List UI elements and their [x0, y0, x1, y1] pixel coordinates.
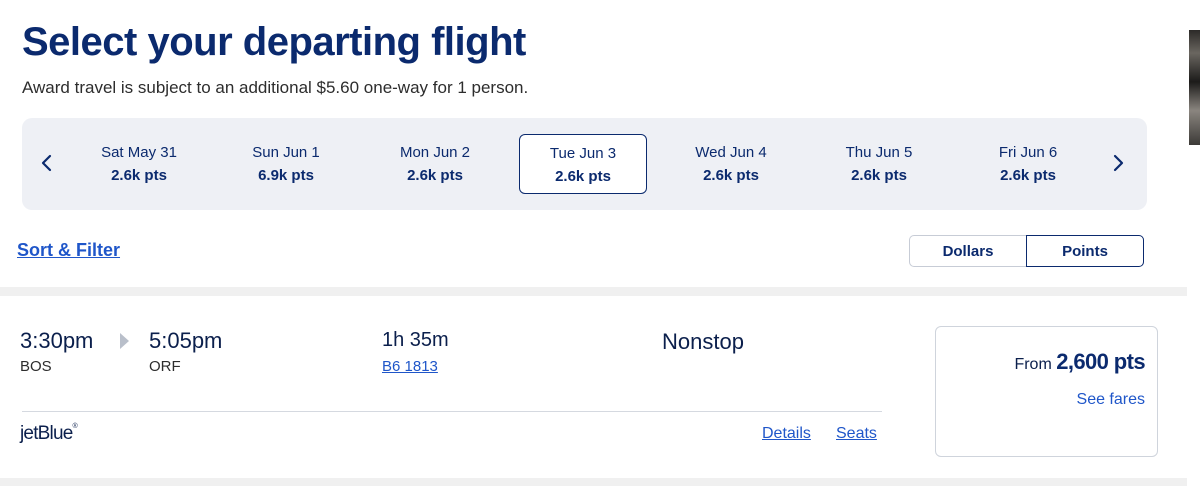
- date-price: 2.6k pts: [555, 168, 611, 185]
- flight-result-card: 3:30pm BOS 5:05pm ORF 1h 35m B6 1813 Non…: [0, 296, 1187, 478]
- fare-summary-button[interactable]: From 2,600 pts See fares: [935, 326, 1158, 457]
- next-result-card-edge: [0, 486, 1187, 493]
- departure-time: 3:30pm: [20, 328, 94, 353]
- jetblue-logo: jetBlue®: [20, 423, 78, 444]
- date-label: Thu Jun 5: [845, 144, 913, 161]
- edge-strip: [1187, 0, 1200, 493]
- date-label: Tue Jun 3: [549, 145, 617, 162]
- date-price: 2.6k pts: [407, 167, 463, 184]
- points-option-selected[interactable]: Points: [1026, 235, 1144, 267]
- date-label: Mon Jun 2: [399, 144, 471, 161]
- see-fares-link[interactable]: See fares: [1077, 391, 1145, 409]
- date-label: Fri Jun 6: [998, 144, 1058, 161]
- flight-duration: 1h 35m: [382, 329, 449, 351]
- page-title: Select your departing flight: [22, 20, 526, 64]
- dollars-option[interactable]: Dollars: [909, 235, 1026, 267]
- date-label: Sat May 31: [101, 144, 177, 161]
- chevron-left-icon[interactable]: [34, 148, 58, 178]
- date-option-sun-jun-1[interactable]: Sun Jun 1 6.9k pts: [222, 134, 350, 194]
- fare-points: 2,600 pts: [1056, 349, 1145, 374]
- flight-number-link[interactable]: B6 1813: [382, 358, 438, 375]
- date-price: 2.6k pts: [851, 167, 907, 184]
- chevron-right-icon[interactable]: [1107, 148, 1131, 178]
- date-option-tue-jun-3-selected[interactable]: Tue Jun 3 2.6k pts: [519, 134, 647, 194]
- details-link[interactable]: Details: [762, 425, 811, 443]
- arrival-airport: ORF: [149, 358, 181, 375]
- date-option-sat-may-31[interactable]: Sat May 31 2.6k pts: [75, 134, 203, 194]
- date-label: Wed Jun 4: [695, 144, 767, 161]
- date-selector: Sat May 31 2.6k pts Sun Jun 1 6.9k pts M…: [22, 118, 1147, 210]
- arrival-time: 5:05pm: [149, 328, 223, 353]
- date-price: 2.6k pts: [703, 167, 759, 184]
- sort-filter-link[interactable]: Sort & Filter: [17, 240, 120, 261]
- currency-toggle: Dollars Points: [909, 235, 1144, 267]
- award-fee-note: Award travel is subject to an additional…: [22, 78, 529, 97]
- route-arrow-icon: [120, 333, 129, 349]
- from-label: From: [1014, 356, 1052, 373]
- date-price: 2.6k pts: [111, 167, 167, 184]
- date-option-mon-jun-2[interactable]: Mon Jun 2 2.6k pts: [371, 134, 499, 194]
- header-panel: Select your departing flight Award trave…: [0, 0, 1187, 287]
- departure-airport: BOS: [20, 358, 52, 375]
- background-image-edge: [1189, 30, 1200, 145]
- card-divider: [22, 411, 882, 412]
- date-option-thu-jun-5[interactable]: Thu Jun 5 2.6k pts: [815, 134, 943, 194]
- seats-link[interactable]: Seats: [836, 425, 877, 443]
- date-price: 2.6k pts: [1000, 167, 1056, 184]
- date-option-fri-jun-6[interactable]: Fri Jun 6 2.6k pts: [964, 134, 1092, 194]
- stops-label: Nonstop: [662, 329, 744, 354]
- date-label: Sun Jun 1: [252, 144, 320, 161]
- date-price: 6.9k pts: [258, 167, 314, 184]
- date-option-wed-jun-4[interactable]: Wed Jun 4 2.6k pts: [667, 134, 795, 194]
- fare-price-row: From 2,600 pts: [1014, 349, 1145, 375]
